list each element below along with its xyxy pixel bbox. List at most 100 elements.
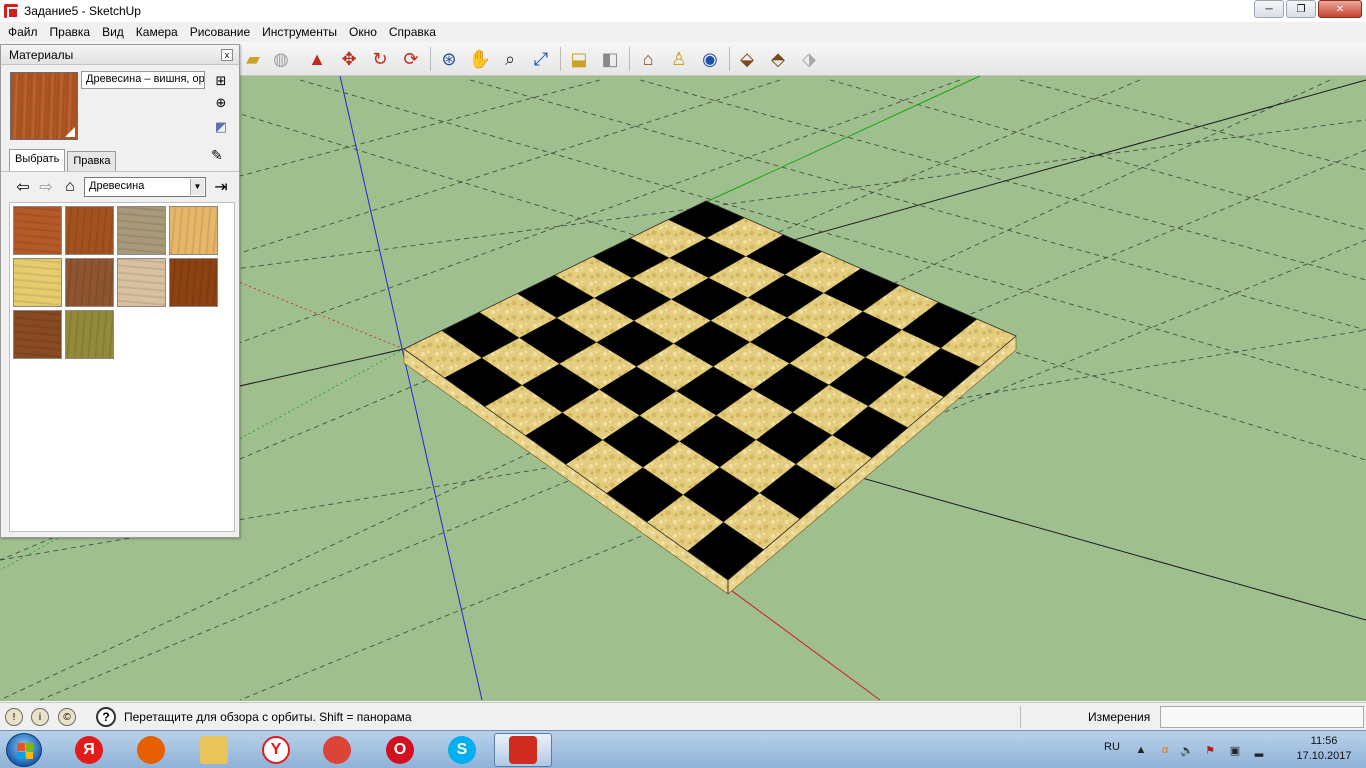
material-swatch[interactable] xyxy=(13,206,62,255)
chrome-icon xyxy=(323,736,351,764)
taskbar-firefox[interactable] xyxy=(122,733,180,767)
tape-measure-icon[interactable]: ▰ xyxy=(240,46,266,72)
position-camera-icon[interactable]: ♙ xyxy=(666,46,692,72)
window-controls: ─ ❐ ✕ xyxy=(1254,0,1362,18)
sketchup-logo-icon xyxy=(4,4,19,19)
window-title: Задание5 - SketchUp xyxy=(24,4,141,18)
details-arrow-icon[interactable]: ⇥ xyxy=(211,177,231,197)
create-material-icon[interactable]: ⊕ xyxy=(211,93,231,113)
measurements-label: Измерения xyxy=(1088,710,1151,724)
clock-time: 11:56 xyxy=(1310,735,1338,747)
material-swatch[interactable] xyxy=(117,258,166,307)
title-bar: Задание5 - SketchUp ─ ❐ ✕ xyxy=(0,0,1366,22)
flag-icon[interactable]: ⚑ xyxy=(1203,743,1217,757)
library-select[interactable]: Древесина ▼ xyxy=(84,177,206,197)
materials-panel-header[interactable]: Материалы x xyxy=(1,45,239,65)
yandex-icon: Y xyxy=(262,736,290,764)
material-swatch[interactable] xyxy=(13,310,62,359)
taskbar-skype[interactable]: S xyxy=(433,733,491,767)
geolocation-icon[interactable]: ! xyxy=(5,708,23,726)
file-explorer-icon xyxy=(200,736,228,764)
language-indicator[interactable]: RU xyxy=(1104,741,1120,753)
skype-icon: S xyxy=(448,736,476,764)
minimize-button[interactable]: ─ xyxy=(1254,0,1284,18)
material-swatch[interactable] xyxy=(117,206,166,255)
library-navigation: ⇦ ⇨ ⌂ Древесина ▼ ⇥ xyxy=(1,171,239,201)
menu-edit[interactable]: Правка xyxy=(44,22,97,42)
menu-view[interactable]: Вид xyxy=(96,22,130,42)
top-view-icon[interactable]: ⬓ xyxy=(566,46,592,72)
menu-help[interactable]: Справка xyxy=(383,22,442,42)
windows-logo-icon xyxy=(17,743,33,759)
material-swatch[interactable] xyxy=(169,206,218,255)
paint-bucket-icon[interactable]: ◍ xyxy=(268,46,294,72)
menu-tools[interactable]: Инструменты xyxy=(256,22,343,42)
device-icon[interactable]: ▣ xyxy=(1228,743,1242,757)
material-preview[interactable] xyxy=(10,72,78,140)
tab-edit[interactable]: Правка xyxy=(67,151,117,171)
tab-select[interactable]: Выбрать xyxy=(9,149,66,171)
menu-camera[interactable]: Камера xyxy=(130,22,184,42)
rotate-icon[interactable]: ↻ xyxy=(367,46,393,72)
zoom-icon[interactable]: ⌕ xyxy=(497,46,523,72)
menu-draw[interactable]: Рисование xyxy=(184,22,256,42)
user-icon[interactable]: © xyxy=(58,708,76,726)
taskbar: Я Y O S RU ▲ α 🔈 ⚑ ▣ ▂ 11:56 17.10.2017 xyxy=(0,730,1366,768)
taskbar-file-explorer[interactable] xyxy=(185,733,243,767)
chevron-down-icon[interactable]: ▼ xyxy=(190,179,204,195)
follow-me-icon[interactable]: ⟳ xyxy=(398,46,424,72)
help-icon[interactable]: ? xyxy=(96,707,116,727)
pan-icon[interactable]: ✋ xyxy=(467,46,493,72)
clock[interactable]: 11:56 17.10.2017 xyxy=(1284,734,1364,764)
start-button[interactable] xyxy=(6,733,42,767)
material-swatch[interactable] xyxy=(65,310,114,359)
materials-panel-close-button[interactable]: x xyxy=(221,49,233,61)
taskbar-chrome[interactable] xyxy=(308,733,366,767)
clock-date: 17.10.2017 xyxy=(1296,750,1352,762)
orbit-icon[interactable]: ⊛ xyxy=(436,46,462,72)
material-swatch[interactable] xyxy=(169,258,218,307)
home-icon[interactable]: ⌂ xyxy=(60,177,80,197)
share-model-icon[interactable]: ⬙ xyxy=(734,46,760,72)
material-swatch[interactable] xyxy=(13,258,62,307)
materials-panel: Материалы x Древесина – вишня, ор ⊞ ⊕ ◩ … xyxy=(0,44,240,538)
material-swatch[interactable] xyxy=(65,206,114,255)
material-swatch[interactable] xyxy=(65,258,114,307)
zoom-extents-icon[interactable]: ⤢ xyxy=(528,46,554,72)
menu-bar: Файл Правка Вид Камера Рисование Инструм… xyxy=(0,22,1366,42)
move-icon[interactable]: ✥ xyxy=(336,46,362,72)
network-signal-icon[interactable]: ▂ xyxy=(1252,743,1266,757)
green-axis xyxy=(705,76,981,203)
menu-window[interactable]: Окно xyxy=(343,22,383,42)
materials-panel-title: Материалы xyxy=(9,47,74,62)
forward-arrow-icon[interactable]: ⇨ xyxy=(36,177,56,197)
extension-icon[interactable]: ⬗ xyxy=(796,46,822,72)
get-models-icon[interactable]: ◉ xyxy=(697,46,723,72)
section-plane-icon[interactable]: ◧ xyxy=(597,46,623,72)
opera-icon: O xyxy=(386,736,414,764)
warehouse-icon[interactable]: ⌂ xyxy=(635,46,661,72)
taskbar-yandex[interactable]: Y xyxy=(247,733,305,767)
push-pull-icon[interactable]: ▲ xyxy=(304,46,330,72)
component-icon[interactable]: ⬘ xyxy=(765,46,791,72)
maximize-button[interactable]: ❐ xyxy=(1286,0,1316,18)
back-arrow-icon[interactable]: ⇦ xyxy=(13,177,33,197)
show-hidden-icons-icon[interactable]: ▲ xyxy=(1134,743,1148,757)
taskbar-opera[interactable]: O xyxy=(371,733,429,767)
close-button[interactable]: ✕ xyxy=(1318,0,1362,18)
yandex-browser-icon: Я xyxy=(75,736,103,764)
volume-icon[interactable]: 🔈 xyxy=(1180,743,1194,757)
eyedropper-icon[interactable]: ✎ xyxy=(211,147,223,164)
avast-icon[interactable]: α xyxy=(1158,743,1172,757)
sample-paint-icon[interactable]: ◩ xyxy=(211,117,231,137)
material-name-field[interactable]: Древесина – вишня, ор xyxy=(81,71,205,89)
status-hint: Перетащите для обзора с орбиты. Shift = … xyxy=(124,710,412,724)
sketchup-icon xyxy=(509,736,537,764)
menu-file[interactable]: Файл xyxy=(2,22,44,42)
measurements-input[interactable] xyxy=(1160,706,1364,728)
credits-icon[interactable]: i xyxy=(31,708,49,726)
display-secondary-icon[interactable]: ⊞ xyxy=(211,71,231,91)
status-bar: ! i © ? Перетащите для обзора с орбиты. … xyxy=(0,702,1366,730)
taskbar-sketchup[interactable] xyxy=(494,733,552,767)
taskbar-yandex-browser[interactable]: Я xyxy=(60,733,118,767)
